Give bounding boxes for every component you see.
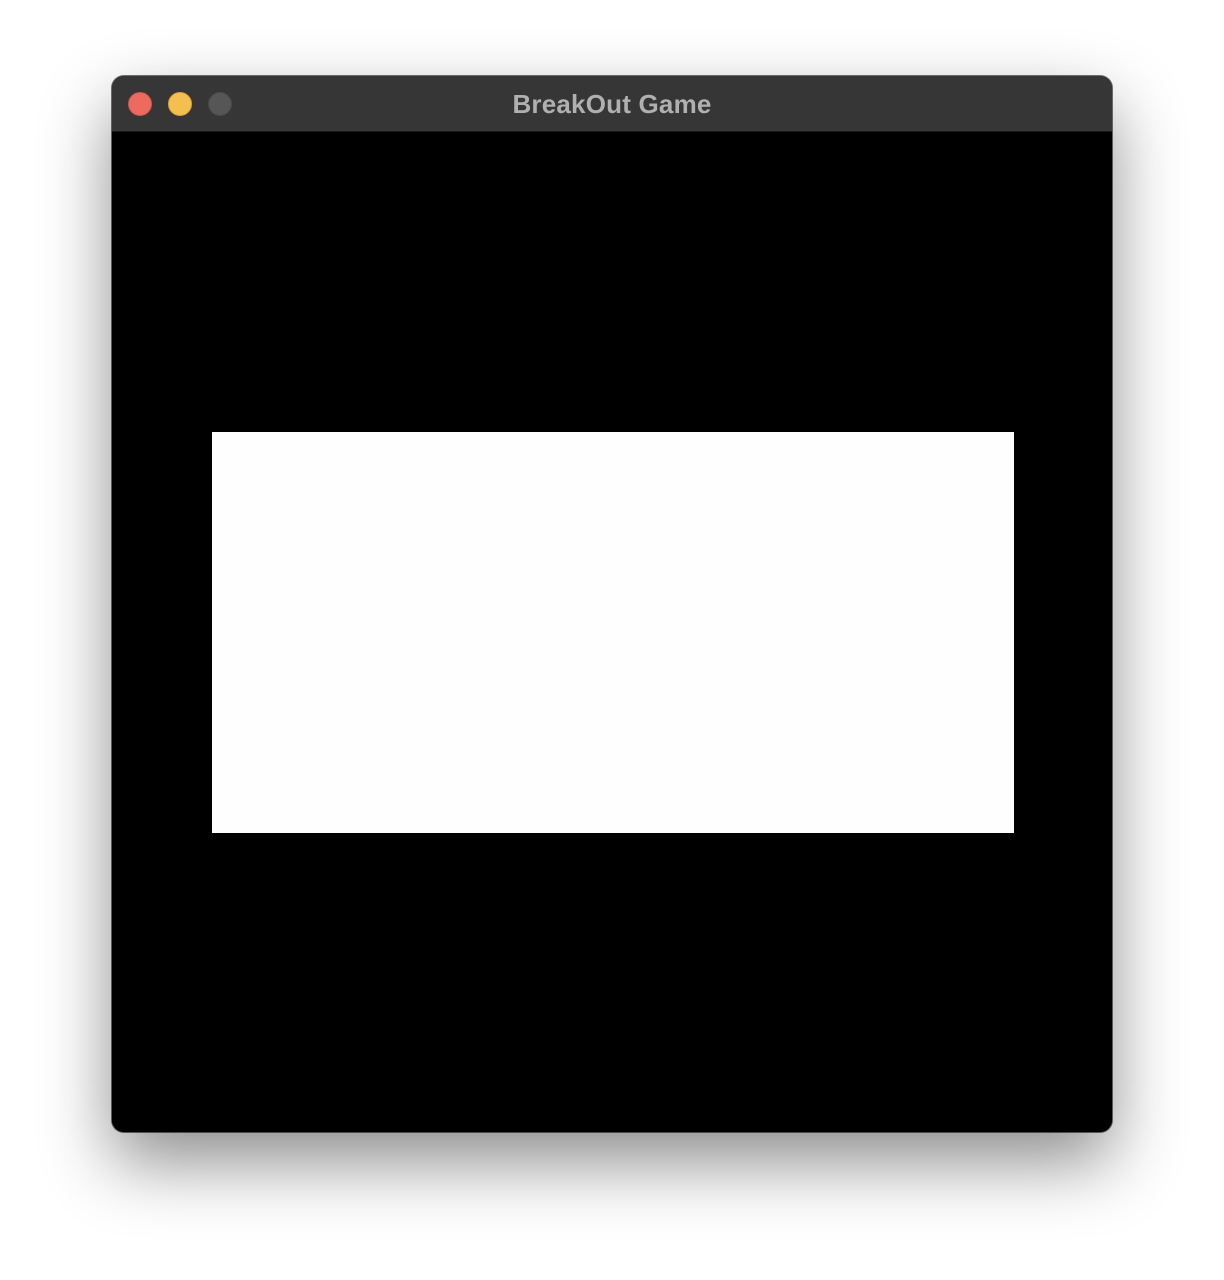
window-title: BreakOut Game (512, 89, 712, 119)
game-window: BreakOut Game (112, 76, 1112, 1132)
title-bar[interactable]: BreakOut Game (112, 76, 1112, 132)
white-overlay-panel (212, 432, 1014, 833)
game-canvas[interactable] (112, 132, 1112, 1132)
